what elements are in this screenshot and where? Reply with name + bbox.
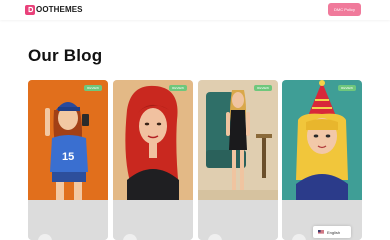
logo-text: OOTHEMES (36, 4, 83, 14)
page-title: Our Blog (28, 46, 103, 65)
review-badge: REVIEW (254, 85, 272, 91)
review-badge: REVIEW (338, 85, 356, 91)
logo-mark-icon (25, 4, 35, 15)
language-label: English (327, 229, 341, 235)
blog-card[interactable]: REVIEW (113, 80, 193, 240)
post-image-party-hat-girl[interactable] (282, 80, 362, 200)
review-badge: REVIEW (84, 85, 102, 91)
blog-card[interactable]: REVIEW (282, 80, 362, 240)
blog-card[interactable]: REVIEW (198, 80, 278, 240)
language-switcher[interactable]: English (313, 226, 351, 238)
dmc-policy-button[interactable]: DMC Policy (328, 3, 361, 16)
post-image-red-hair-woman[interactable] (113, 80, 193, 200)
site-header: OOTHEMES DMC Policy (0, 0, 390, 20)
card-body (198, 200, 278, 240)
review-badge: REVIEW (169, 85, 187, 91)
blog-card[interactable]: 15 REVIEW (28, 80, 108, 240)
svg-text:15: 15 (62, 151, 74, 163)
card-body (28, 200, 108, 240)
site-logo[interactable]: OOTHEMES (25, 4, 83, 15)
page: OOTHEMES DMC Policy Our Blog 15 REVIEW R… (0, 0, 390, 240)
us-flag-icon (318, 230, 324, 234)
post-image-blonde-woman-chair[interactable] (198, 80, 278, 200)
card-body (113, 200, 193, 240)
blog-post-grid: 15 REVIEW REVIEW REVIEW REVIEW (28, 80, 362, 240)
post-image-cap-girl[interactable]: 15 (28, 80, 108, 200)
